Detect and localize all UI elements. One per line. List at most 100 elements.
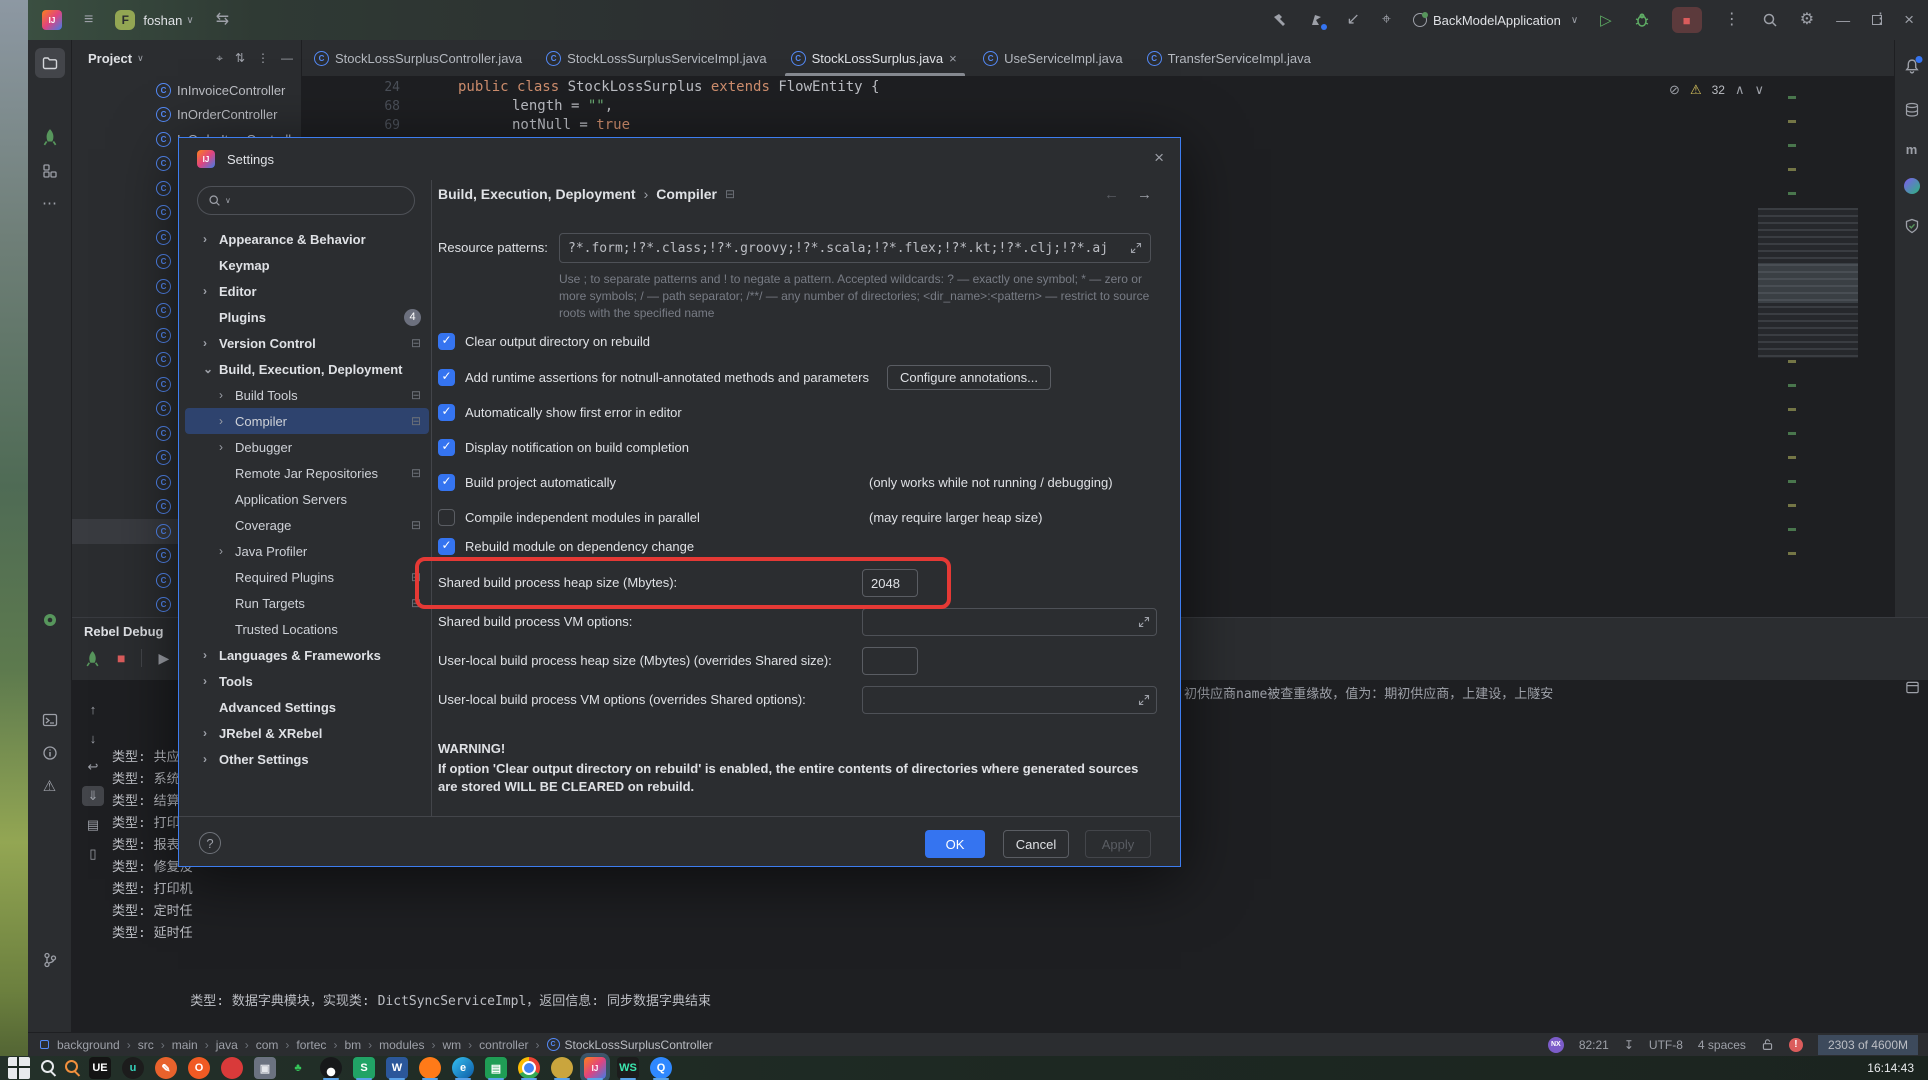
checkbox[interactable]: [438, 509, 455, 526]
taskbar-clock[interactable]: 16:14:43: [1867, 1061, 1914, 1075]
user-heap-input[interactable]: [862, 647, 918, 675]
taskbar-app-icon[interactable]: ♣: [287, 1057, 309, 1079]
more-tools-icon[interactable]: ⋯: [35, 188, 65, 218]
taskbar-app-icon[interactable]: [518, 1057, 540, 1079]
breadcrumb-item[interactable]: controller: [479, 1038, 546, 1052]
settings-tree-item[interactable]: Coverage ⊟: [185, 512, 429, 538]
scroll-down-icon[interactable]: ↓: [82, 728, 104, 748]
settings-search-box[interactable]: ∨: [197, 186, 415, 215]
taskbar-app-icon[interactable]: ▤: [485, 1057, 507, 1079]
scroll-to-end-icon[interactable]: ⇓: [82, 786, 104, 806]
settings-tree-item[interactable]: Trusted Locations: [185, 616, 429, 642]
breadcrumb-item[interactable]: src: [138, 1038, 172, 1052]
line-separator-icon[interactable]: ↧: [1624, 1038, 1634, 1052]
settings-tree-item[interactable]: › Other Settings: [185, 746, 429, 772]
jrebel-tool-icon[interactable]: [35, 122, 65, 152]
settings-tree-item[interactable]: › Debugger: [185, 434, 429, 460]
lock-icon[interactable]: [1761, 1038, 1774, 1051]
debug-button[interactable]: [1634, 12, 1650, 28]
taskbar-app-icon[interactable]: WS: [617, 1057, 639, 1079]
ok-button[interactable]: OK: [925, 830, 985, 858]
breadcrumb-item[interactable]: com: [256, 1038, 297, 1052]
jrebel-run-icon[interactable]: [1309, 12, 1325, 28]
window-minimize-button[interactable]: —: [1836, 12, 1850, 28]
rerun-rocket-icon[interactable]: [84, 650, 101, 667]
settings-tree-item[interactable]: › Languages & Frameworks: [185, 642, 429, 668]
profiler-arrow-icon[interactable]: ↙: [1347, 12, 1360, 28]
shared-vm-input[interactable]: [869, 615, 1138, 630]
taskbar-app-icon[interactable]: e: [452, 1057, 474, 1079]
file-encoding[interactable]: UTF-8: [1649, 1038, 1683, 1052]
cancel-button[interactable]: Cancel: [1003, 830, 1069, 858]
project-chevron-icon[interactable]: ∨: [186, 15, 193, 26]
indent-setting[interactable]: 4 spaces: [1698, 1038, 1746, 1052]
project-avatar[interactable]: F: [115, 10, 135, 30]
database-tool-icon[interactable]: [1904, 102, 1920, 118]
search-options-chevron-icon[interactable]: ∨: [225, 196, 231, 205]
editor-tab[interactable]: C StockLossSurplusServiceImpl.java: [534, 40, 778, 76]
clear-console-icon[interactable]: ▯: [82, 844, 104, 864]
ai-assistant-icon[interactable]: [1904, 178, 1920, 194]
settings-tree-item[interactable]: › Version Control ⊟: [185, 330, 429, 356]
dependencies-shield-icon[interactable]: [1904, 218, 1920, 234]
help-button[interactable]: ?: [199, 832, 221, 854]
shared-vm-field[interactable]: [862, 608, 1157, 636]
taskbar-app-icon[interactable]: ▣: [254, 1057, 276, 1079]
problems-warning-icon[interactable]: ⚠: [35, 771, 65, 801]
print-icon[interactable]: ▤: [82, 815, 104, 835]
expand-field-icon[interactable]: [1138, 694, 1150, 706]
settings-tree-item[interactable]: Run Targets ⊟: [185, 590, 429, 616]
stop-process-icon[interactable]: ■: [117, 651, 125, 665]
settings-tree-item[interactable]: Keymap: [185, 252, 429, 278]
editor-tab[interactable]: C StockLossSurplus.java ×: [779, 40, 972, 76]
project-view-chevron-icon[interactable]: ∨: [137, 53, 144, 64]
checkbox[interactable]: [438, 474, 455, 491]
window-close-button[interactable]: ×: [1904, 10, 1914, 30]
breadcrumb-item[interactable]: main: [172, 1038, 216, 1052]
user-vm-input[interactable]: [869, 693, 1138, 708]
taskbar-app-icon[interactable]: [41, 1060, 54, 1073]
apply-button[interactable]: Apply: [1085, 830, 1151, 858]
taskbar-app-icon[interactable]: [419, 1057, 441, 1079]
breadcrumb-item[interactable]: bm: [344, 1038, 379, 1052]
breadcrumb-item[interactable]: modules: [379, 1038, 442, 1052]
configure-annotations-button[interactable]: Configure annotations...: [887, 365, 1051, 390]
soft-wrap-icon[interactable]: ↩: [82, 757, 104, 777]
taskbar-app-icon[interactable]: S: [353, 1057, 375, 1079]
debugger-plugin-icon[interactable]: [35, 605, 65, 635]
structure-tool-icon[interactable]: [35, 156, 65, 186]
settings-tree-item[interactable]: › JRebel & XRebel: [185, 720, 429, 746]
console-split-icon[interactable]: [1905, 680, 1920, 695]
debug-tab-label[interactable]: Rebel Debug: [84, 624, 163, 639]
settings-tree-item[interactable]: Advanced Settings: [185, 694, 429, 720]
memory-indicator[interactable]: 2303 of 4600M: [1818, 1035, 1918, 1055]
expand-collapse-icon[interactable]: ⇅: [235, 51, 245, 65]
settings-tree-item[interactable]: Plugins 4: [185, 304, 429, 330]
highlighting-off-icon[interactable]: ⊘: [1669, 82, 1680, 98]
terminal-tool-icon[interactable]: [35, 705, 65, 735]
checkbox[interactable]: [438, 404, 455, 421]
settings-search-input[interactable]: [235, 193, 385, 208]
prev-problem-icon[interactable]: ∧: [1735, 82, 1745, 98]
problems-info-icon[interactable]: [35, 738, 65, 768]
settings-tree-item[interactable]: › Appearance & Behavior: [185, 226, 429, 252]
checkbox[interactable]: [438, 369, 455, 386]
minimap-viewport[interactable]: [1758, 263, 1858, 303]
stop-button[interactable]: ■: [1672, 7, 1702, 33]
project-panel-title[interactable]: Project: [88, 51, 132, 66]
taskbar-app-icon[interactable]: [551, 1057, 573, 1079]
nx-plugin-icon[interactable]: NX: [1548, 1037, 1564, 1053]
user-vm-field[interactable]: [862, 686, 1157, 714]
resume-icon[interactable]: ▶: [158, 651, 169, 665]
vcs-update-icon[interactable]: ⇆: [216, 12, 229, 28]
coverage-target-icon[interactable]: ⌖: [1382, 12, 1391, 28]
settings-gear-icon[interactable]: ⚙: [1800, 12, 1814, 28]
caret-position[interactable]: 82:21: [1579, 1038, 1609, 1052]
git-tool-icon[interactable]: [35, 945, 65, 975]
taskbar-app-icon[interactable]: O: [188, 1057, 210, 1079]
project-tool-icon[interactable]: [35, 48, 65, 78]
run-configuration-selector[interactable]: BackModelApplication ∨: [1413, 13, 1578, 28]
notifications-bell-icon[interactable]: [1903, 58, 1920, 75]
dialog-close-button[interactable]: ×: [1154, 148, 1164, 168]
shared-heap-input[interactable]: [862, 569, 918, 597]
